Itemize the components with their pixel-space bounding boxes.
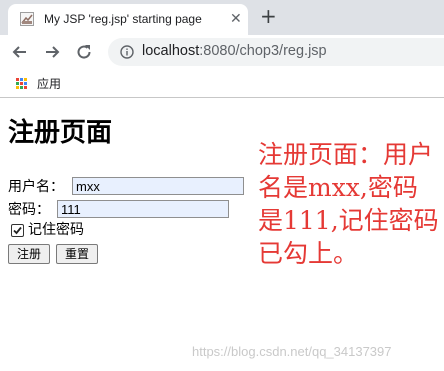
submit-button[interactable]: 注册 xyxy=(8,244,50,264)
back-arrow-icon[interactable] xyxy=(10,42,30,62)
password-input[interactable] xyxy=(57,200,229,218)
new-tab-icon[interactable]: + xyxy=(260,6,277,26)
browser-toolbar: localhost:8080/chop3/reg.jsp xyxy=(0,35,444,69)
bookmarks-bar: 应用 xyxy=(0,69,444,98)
apps-bookmark-label[interactable]: 应用 xyxy=(37,75,61,92)
remember-checkbox[interactable] xyxy=(11,224,24,237)
tab-close-icon[interactable]: ✕ xyxy=(230,10,242,28)
page-favicon-icon xyxy=(20,12,34,26)
reload-icon[interactable] xyxy=(74,42,94,62)
page-content: 注册页面 用户名： 密码： 记住密码 注册 重置 注册页面：用户名是mxx,密码… xyxy=(0,98,444,371)
browser-tab[interactable]: My JSP 'reg.jsp' starting page ✕ xyxy=(8,4,248,35)
annotation-text: 注册页面：用户名是mxx,密码是111,记住密码已勾上。 xyxy=(258,140,439,268)
remember-label: 记住密码 xyxy=(28,222,84,238)
address-bar[interactable]: localhost:8080/chop3/reg.jsp xyxy=(108,38,444,66)
username-row: 用户名： xyxy=(8,178,64,196)
username-label: 用户名： xyxy=(8,179,64,195)
url-path: :8080/chop3/reg.jsp xyxy=(199,43,327,59)
browser-tab-bar: My JSP 'reg.jsp' starting page ✕ + xyxy=(0,0,444,35)
password-label: 密码： xyxy=(8,202,50,218)
checkmark-icon xyxy=(13,226,22,235)
url-host: localhost xyxy=(142,43,200,59)
info-icon[interactable] xyxy=(120,45,134,59)
watermark: https://blog.csdn.net/qq_34137397 xyxy=(192,344,392,359)
url-text: localhost:8080/chop3/reg.jsp xyxy=(142,43,327,59)
tab-title: My JSP 'reg.jsp' starting page xyxy=(44,12,202,26)
apps-grid-icon[interactable] xyxy=(16,78,27,89)
forward-arrow-icon[interactable] xyxy=(42,42,62,62)
reset-button[interactable]: 重置 xyxy=(56,244,98,264)
password-row: 密码： xyxy=(8,201,50,219)
page-title: 注册页面 xyxy=(8,118,113,148)
username-input[interactable] xyxy=(72,177,244,195)
